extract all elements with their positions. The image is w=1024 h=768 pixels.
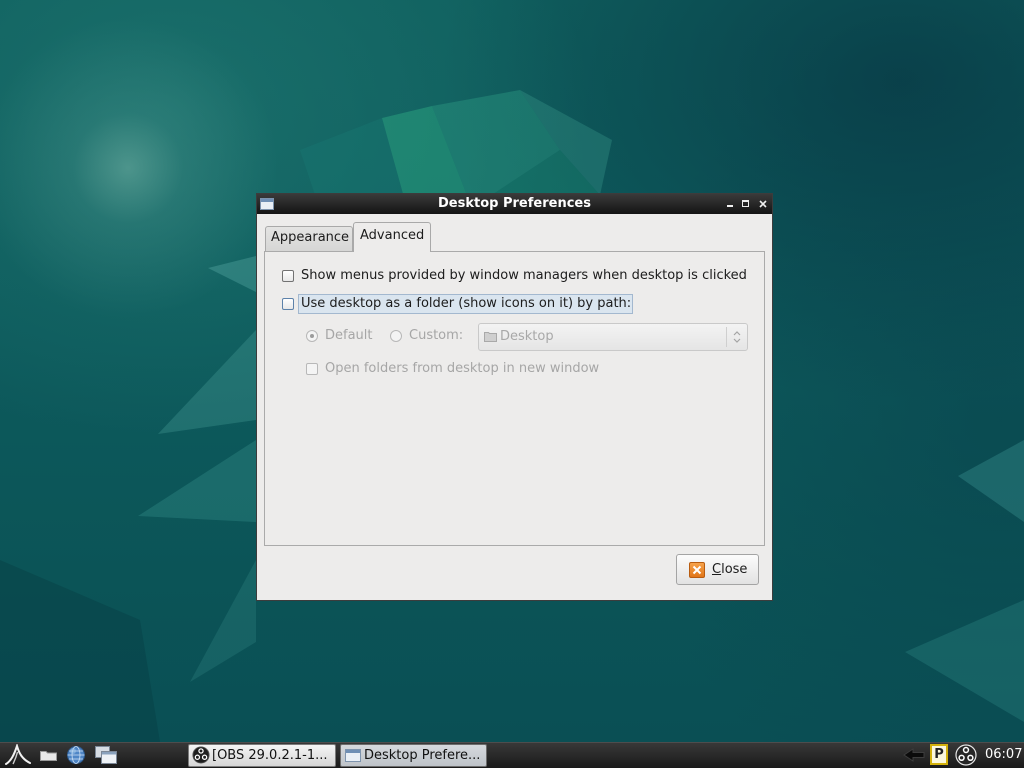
tab-advanced[interactable]: Advanced	[353, 222, 431, 252]
close-window-button[interactable]	[757, 194, 769, 214]
show-menus-checkbox[interactable]	[282, 270, 294, 282]
taskbar: [OBS 29.0.2.1-1... Desktop Prefere... P …	[0, 742, 1024, 768]
clipboard-p-icon[interactable]: P	[930, 744, 948, 765]
wallpaper-shard	[0, 560, 160, 742]
wallpaper-shard	[138, 440, 256, 522]
desktop-folder-label[interactable]: Use desktop as a folder (show icons on i…	[301, 295, 631, 313]
window-icon	[345, 749, 361, 762]
task-label: Desktop Prefere...	[364, 748, 481, 763]
open-new-window-checkbox[interactable]	[306, 363, 318, 375]
combo-arrows-icon	[733, 331, 741, 343]
taskbar-task-obs[interactable]: [OBS 29.0.2.1-1...	[188, 744, 336, 767]
wallpaper-shard	[958, 440, 1024, 522]
path-custom-radio[interactable]	[390, 330, 402, 342]
path-custom-label[interactable]: Custom:	[409, 328, 463, 344]
folder-icon	[484, 332, 497, 342]
file-manager-icon[interactable]	[40, 749, 57, 761]
minimize-button[interactable]	[724, 194, 736, 214]
path-default-label[interactable]: Default	[325, 328, 373, 344]
title-bar[interactable]: Desktop Preferences	[257, 194, 772, 214]
close-dialog-icon	[689, 562, 705, 578]
close-button[interactable]: Close	[676, 554, 759, 585]
path-default-radio[interactable]	[306, 330, 318, 342]
combo-separator	[726, 327, 727, 347]
wallpaper-shard	[208, 256, 256, 292]
tab-appearance[interactable]: Appearance	[265, 226, 353, 251]
show-desktop-icon[interactable]	[95, 746, 117, 764]
desktop-folder-label-focus[interactable]: Use desktop as a folder (show icons on i…	[298, 294, 633, 314]
maximize-button[interactable]	[740, 194, 752, 214]
main-menu-icon[interactable]	[4, 744, 32, 766]
folder-chooser-combo[interactable]: Desktop	[478, 323, 748, 351]
tab-label: Advanced	[360, 228, 425, 243]
show-menus-label[interactable]: Show menus provided by window managers w…	[301, 268, 747, 284]
folder-chooser-value: Desktop	[500, 329, 554, 344]
task-label: [OBS 29.0.2.1-1...	[212, 748, 328, 763]
wallpaper-shard	[158, 330, 256, 434]
obs-icon	[192, 746, 210, 764]
close-icon	[759, 200, 767, 208]
window-title: Desktop Preferences	[438, 196, 591, 211]
web-browser-icon[interactable]	[66, 745, 86, 765]
taskbar-task-desktop-preferences[interactable]: Desktop Prefere...	[340, 744, 487, 767]
desktop-folder-checkbox[interactable]	[282, 298, 294, 310]
tray-p-letter: P	[934, 747, 944, 762]
clock[interactable]: 06:07	[985, 743, 1022, 767]
close-button-label: Close	[712, 562, 748, 577]
maximize-icon	[742, 200, 749, 207]
tab-label: Appearance	[271, 230, 350, 245]
obs-tray-icon[interactable]	[955, 744, 977, 766]
desktop-preferences-dialog: Desktop Preferences Appearance Advanced …	[256, 193, 773, 601]
open-new-window-label[interactable]: Open folders from desktop in new window	[325, 361, 599, 377]
advanced-tab-panel: Show menus provided by window managers w…	[264, 251, 765, 546]
wallpaper-shard	[905, 600, 1024, 722]
wallpaper-shard	[190, 560, 256, 682]
tray-arrow-icon[interactable]	[903, 748, 925, 762]
minimize-icon	[727, 205, 733, 207]
